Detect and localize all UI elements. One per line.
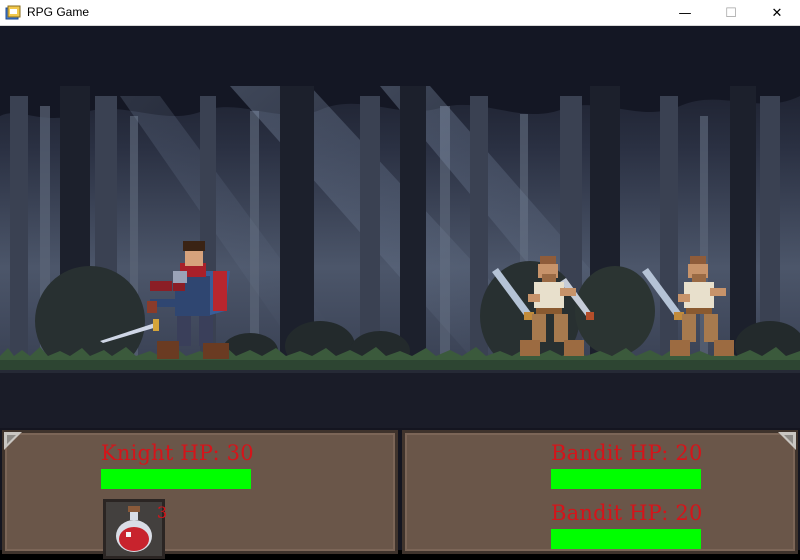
bandit-sprite-1 [492,256,594,356]
bandit-1-hp-fill [551,469,701,489]
panel-corner-icon [778,432,796,450]
window-title: RPG Game [27,5,90,19]
minimize-button[interactable]: — [662,0,708,26]
health-potion-icon [116,506,152,552]
bandit-2-hp-bar [551,529,701,549]
forest-background [0,26,800,428]
bandit-1-hp-label: Bandit HP: 20 [551,441,703,465]
game-window-icon [5,5,21,20]
knight-sprite [100,241,230,359]
window-titlebar[interactable]: RPG Game — ☐ ✕ [0,0,800,26]
knight-hp-label: Knight HP: 30 [101,441,254,465]
battle-hud: Knight HP: 30 3 Bandit HP: 20 Bandit HP:… [0,428,800,559]
minimize-icon: — [678,5,692,21]
close-icon: ✕ [771,5,783,21]
panel-corner-icon [4,432,22,450]
bandit-2-hp-label: Bandit HP: 20 [551,501,703,525]
potion-count: 3 [157,503,168,522]
bandit-2-hp-fill [551,529,701,549]
game-scene [0,26,800,428]
maximize-button[interactable]: ☐ [708,0,754,26]
maximize-icon: ☐ [725,5,737,21]
potion-slot[interactable] [103,499,165,559]
player-panel: Knight HP: 30 3 [2,430,398,559]
knight-hp-fill [101,469,251,489]
close-button[interactable]: ✕ [754,0,800,26]
bandit-1-hp-bar [551,469,701,489]
enemy-panel: Bandit HP: 20 Bandit HP: 20 [402,430,798,554]
bandit-sprite-2 [642,256,734,356]
knight-hp-bar [101,469,251,489]
